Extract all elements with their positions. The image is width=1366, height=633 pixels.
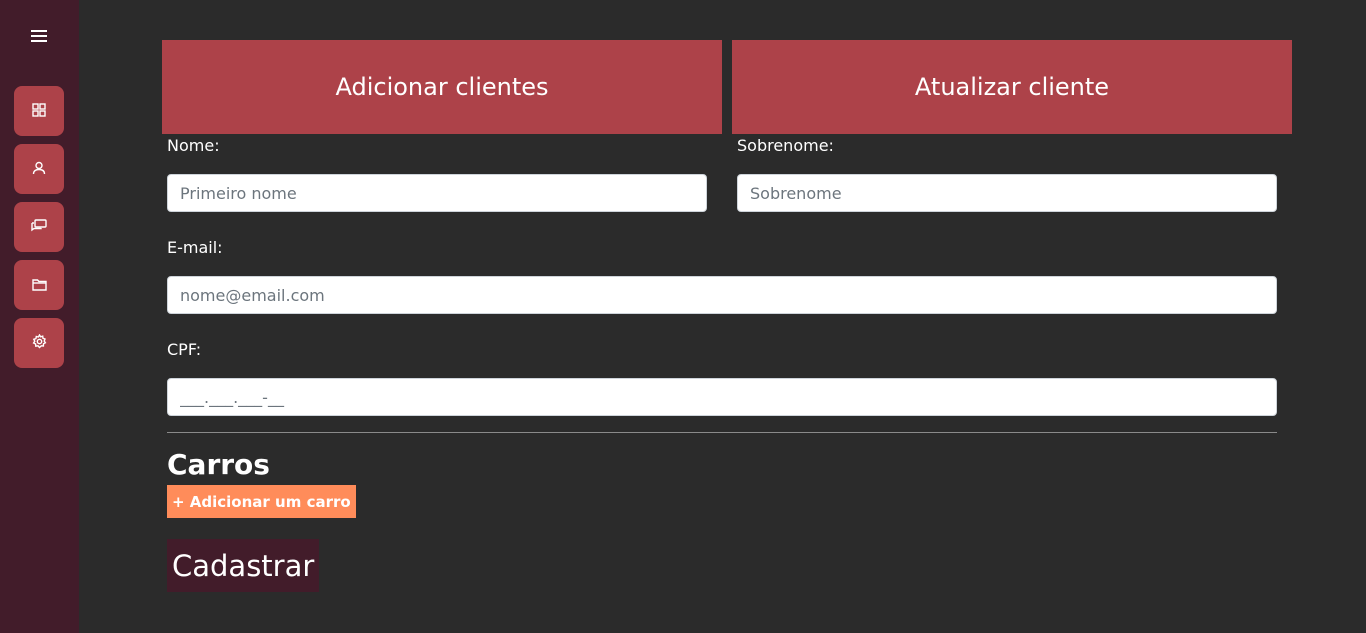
sidebar-item-files[interactable]	[14, 260, 64, 310]
submit-button[interactable]: Cadastrar	[167, 539, 320, 592]
first-name-label: Nome:	[167, 136, 220, 155]
email-label: E-mail:	[167, 238, 223, 257]
sidebar-item-user[interactable]	[14, 144, 64, 194]
add-car-button[interactable]: + Adicionar um carro	[167, 485, 356, 518]
sidebar-item-dashboard[interactable]	[14, 86, 64, 136]
tab-label: Atualizar cliente	[914, 73, 1110, 101]
tab-update-client[interactable]: Atualizar cliente	[732, 40, 1292, 134]
user-icon	[32, 160, 46, 179]
last-name-label: Sobrenome:	[737, 136, 834, 155]
last-name-input[interactable]	[737, 174, 1277, 212]
divider	[167, 432, 1277, 433]
sidebar	[0, 0, 79, 633]
gear-icon	[32, 333, 47, 353]
first-name-input[interactable]	[167, 174, 707, 212]
hamburger-icon[interactable]	[26, 24, 52, 48]
tab-label: Adicionar clientes	[335, 73, 549, 101]
cpf-input[interactable]	[167, 378, 1277, 416]
folder-icon	[31, 276, 47, 295]
cars-section-title: Carros	[167, 448, 270, 481]
tab-add-clients[interactable]: Adicionar clientes	[162, 40, 722, 134]
dashboard-grid-icon	[32, 102, 46, 121]
main-content: Adicionar clientes Atualizar cliente Nom…	[79, 0, 1366, 633]
cpf-label: CPF:	[167, 340, 202, 359]
sidebar-item-settings[interactable]	[14, 318, 64, 368]
sidebar-item-messages[interactable]	[14, 202, 64, 252]
chat-icon	[31, 218, 47, 237]
email-input[interactable]	[167, 276, 1277, 314]
